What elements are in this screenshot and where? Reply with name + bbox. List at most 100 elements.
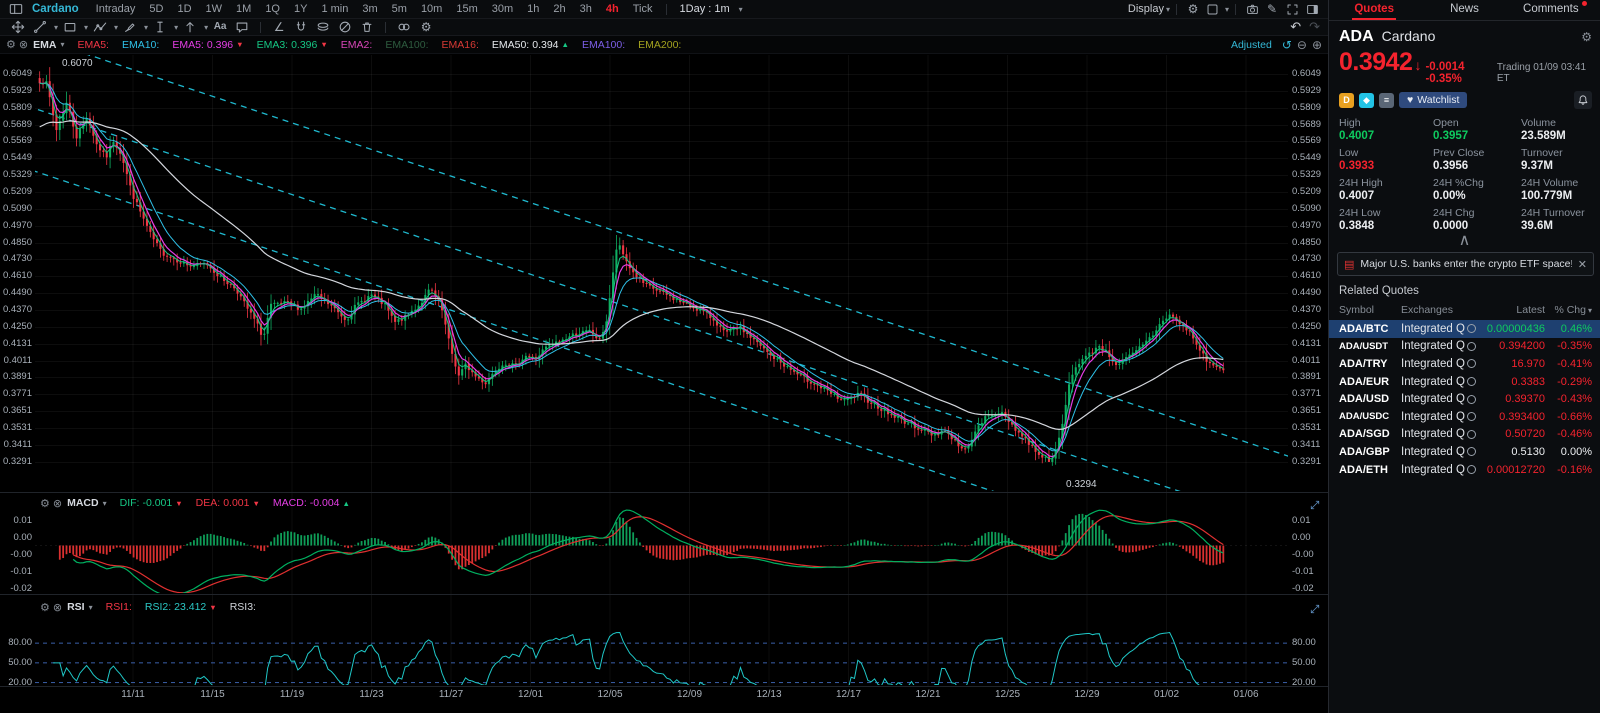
indicator-remove-icon[interactable]: ⊗ (19, 38, 28, 51)
chevron-down-icon: ▾ (204, 23, 208, 32)
date-label: 12/01 (518, 689, 543, 700)
indicator-settings-icon[interactable]: ⚙ (6, 38, 16, 51)
indicator-settings-icon[interactable]: ⚙ (40, 601, 50, 614)
rsi-expand-icon[interactable] (1310, 601, 1320, 619)
redo-icon[interactable]: ↷ (1309, 19, 1320, 35)
timeframe-15m[interactable]: 15m (449, 3, 484, 15)
column-header-latest[interactable]: Latest (1479, 304, 1545, 316)
panel-right-icon[interactable] (1302, 1, 1322, 17)
chart-symbol[interactable]: Cardano (32, 3, 79, 15)
layout-icon[interactable] (1203, 1, 1223, 17)
pair-symbol: ADA/USDC (1339, 411, 1401, 422)
settings-icon[interactable]: ⚙ (1183, 1, 1203, 17)
period-selector[interactable]: 1Day : 1m (673, 3, 737, 15)
timeframe-1M[interactable]: 1M (229, 3, 258, 15)
undo-icon[interactable]: ↶ (1290, 19, 1301, 35)
macd-indicator-bar: ⚙ ⊗ MACD ▾ DIF:-0.001▼DEA:0.001▼MACD:-0.… (40, 495, 350, 511)
rsi-item: RSI1: (106, 601, 132, 613)
zoom-out-icon[interactable]: ⊖ (1297, 38, 1307, 52)
timeframe-Intraday[interactable]: Intraday (89, 3, 143, 15)
panel-settings-icon[interactable]: ⚙ (1581, 30, 1592, 44)
timeframe-3h[interactable]: 3h (573, 3, 599, 15)
text-cursor-icon[interactable] (150, 19, 170, 35)
ema-indicator-bar: ⚙ ⊗ EMA ▾ EMA5:EMA10:EMA5:0.396▼EMA3:0.3… (0, 36, 1328, 54)
pan-icon[interactable] (8, 19, 28, 35)
stat-cell: 24H High0.4007 (1339, 177, 1433, 206)
timeframe-3m[interactable]: 3m (355, 3, 384, 15)
timeframe-1W[interactable]: 1W (199, 3, 230, 15)
related-quote-row[interactable]: ADA/USDCIntegrated Q0.393400-0.66% (1329, 408, 1600, 426)
draw-icon[interactable]: ✎ (1262, 1, 1282, 17)
angle-icon[interactable]: ∠ (269, 19, 289, 35)
display-menu[interactable]: Display (1128, 3, 1164, 15)
related-quote-row[interactable]: ADA/TRYIntegrated Q16.970-0.41% (1329, 355, 1600, 373)
collapse-stats-icon[interactable]: ∧ (1329, 236, 1600, 248)
related-quote-row[interactable]: ADA/GBPIntegrated Q0.51300.00% (1329, 443, 1600, 461)
layers-icon[interactable] (313, 19, 333, 35)
comment-icon[interactable] (232, 19, 252, 35)
price-label: 0.4011 (1292, 356, 1320, 366)
related-quote-row[interactable]: ADA/BTCIntegrated Q0.000004360.46% (1329, 320, 1600, 338)
latest-price: 0.393400 (1479, 411, 1545, 423)
related-quote-row[interactable]: ADA/SGDIntegrated Q0.50720-0.46% (1329, 426, 1600, 444)
indicator-name[interactable]: MACD (67, 497, 99, 509)
timeframe-5D[interactable]: 5D (142, 3, 170, 15)
screenshot-icon[interactable] (1242, 1, 1262, 17)
timeframe-Tick[interactable]: Tick (626, 3, 660, 15)
arrow-up-icon[interactable] (180, 19, 200, 35)
column-header-chg[interactable]: % Chg▾ (1545, 304, 1592, 316)
timeframe-1Y[interactable]: 1Y (287, 3, 314, 15)
reset-zoom-icon[interactable]: ↺ (1282, 38, 1292, 52)
price-label: 0.5090 (1, 204, 32, 214)
fullscreen-icon[interactable] (1282, 1, 1302, 17)
latest-price: 16.970 (1479, 358, 1545, 370)
related-quote-row[interactable]: ADA/USDIntegrated Q0.39370-0.43% (1329, 390, 1600, 408)
timeframe-1D[interactable]: 1D (170, 3, 198, 15)
related-quote-row[interactable]: ADA/USDTIntegrated Q0.394200-0.35% (1329, 338, 1600, 356)
column-header-symbol[interactable]: Symbol (1339, 304, 1401, 316)
indicator-settings-icon[interactable]: ⚙ (40, 497, 50, 510)
rsi-item: RSI2:23.412▼ (145, 601, 217, 613)
rectangle-icon[interactable] (60, 19, 80, 35)
timeframe-1Q[interactable]: 1Q (258, 3, 287, 15)
price-label: 0.5689 (1, 120, 32, 130)
trendline-icon[interactable] (30, 19, 50, 35)
hide-icon[interactable] (335, 19, 355, 35)
rsi-label: 50.00 (1292, 658, 1316, 668)
related-quote-row[interactable]: ADA/EURIntegrated Q0.3383-0.29% (1329, 373, 1600, 391)
link-icon[interactable] (394, 19, 414, 35)
brush-icon[interactable] (120, 19, 140, 35)
exchange-name: Integrated Q (1401, 393, 1465, 405)
related-quote-row[interactable]: ADA/ETHIntegrated Q0.00012720-0.16% (1329, 461, 1600, 479)
timeframe-5m[interactable]: 5m (385, 3, 414, 15)
watchlist-button[interactable]: ♥ Watchlist (1399, 92, 1467, 108)
macd-expand-icon[interactable] (1310, 497, 1320, 515)
zoom-in-icon[interactable]: ⊕ (1312, 38, 1322, 52)
timeframe-2h[interactable]: 2h (546, 3, 572, 15)
settings-icon[interactable]: ⚙ (416, 19, 436, 35)
font-icon[interactable]: Aa (210, 19, 230, 35)
percent-change: -0.43% (1545, 393, 1592, 405)
timeframe-4h[interactable]: 4h (599, 3, 626, 15)
delete-icon[interactable] (357, 19, 377, 35)
timeframe-1h[interactable]: 1h (520, 3, 546, 15)
magnet-icon[interactable] (291, 19, 311, 35)
alert-bell-icon[interactable] (1574, 91, 1592, 109)
timeframe-30m[interactable]: 30m (485, 3, 520, 15)
tab-quotes[interactable]: Quotes (1329, 0, 1419, 20)
news-banner[interactable]: ▤ Major U.S. banks enter the crypto ETF … (1337, 252, 1594, 276)
indicator-name[interactable]: RSI (67, 601, 85, 613)
timeframe-1min[interactable]: 1 min (314, 3, 355, 15)
indicator-name[interactable]: EMA (33, 39, 56, 51)
tab-news[interactable]: News (1419, 0, 1509, 20)
indicator-remove-icon[interactable]: ⊗ (53, 601, 62, 614)
close-icon[interactable]: ✕ (1578, 258, 1587, 271)
split-pane-icon[interactable] (6, 1, 26, 17)
tab-comments[interactable]: Comments (1510, 0, 1600, 20)
adjusted-toggle[interactable]: Adjusted (1231, 39, 1272, 51)
polyline-icon[interactable] (90, 19, 110, 35)
price-label: 0.5329 (1292, 170, 1321, 180)
timeframe-10m[interactable]: 10m (414, 3, 449, 15)
column-header-exchanges[interactable]: Exchanges (1401, 304, 1479, 316)
indicator-remove-icon[interactable]: ⊗ (53, 497, 62, 510)
